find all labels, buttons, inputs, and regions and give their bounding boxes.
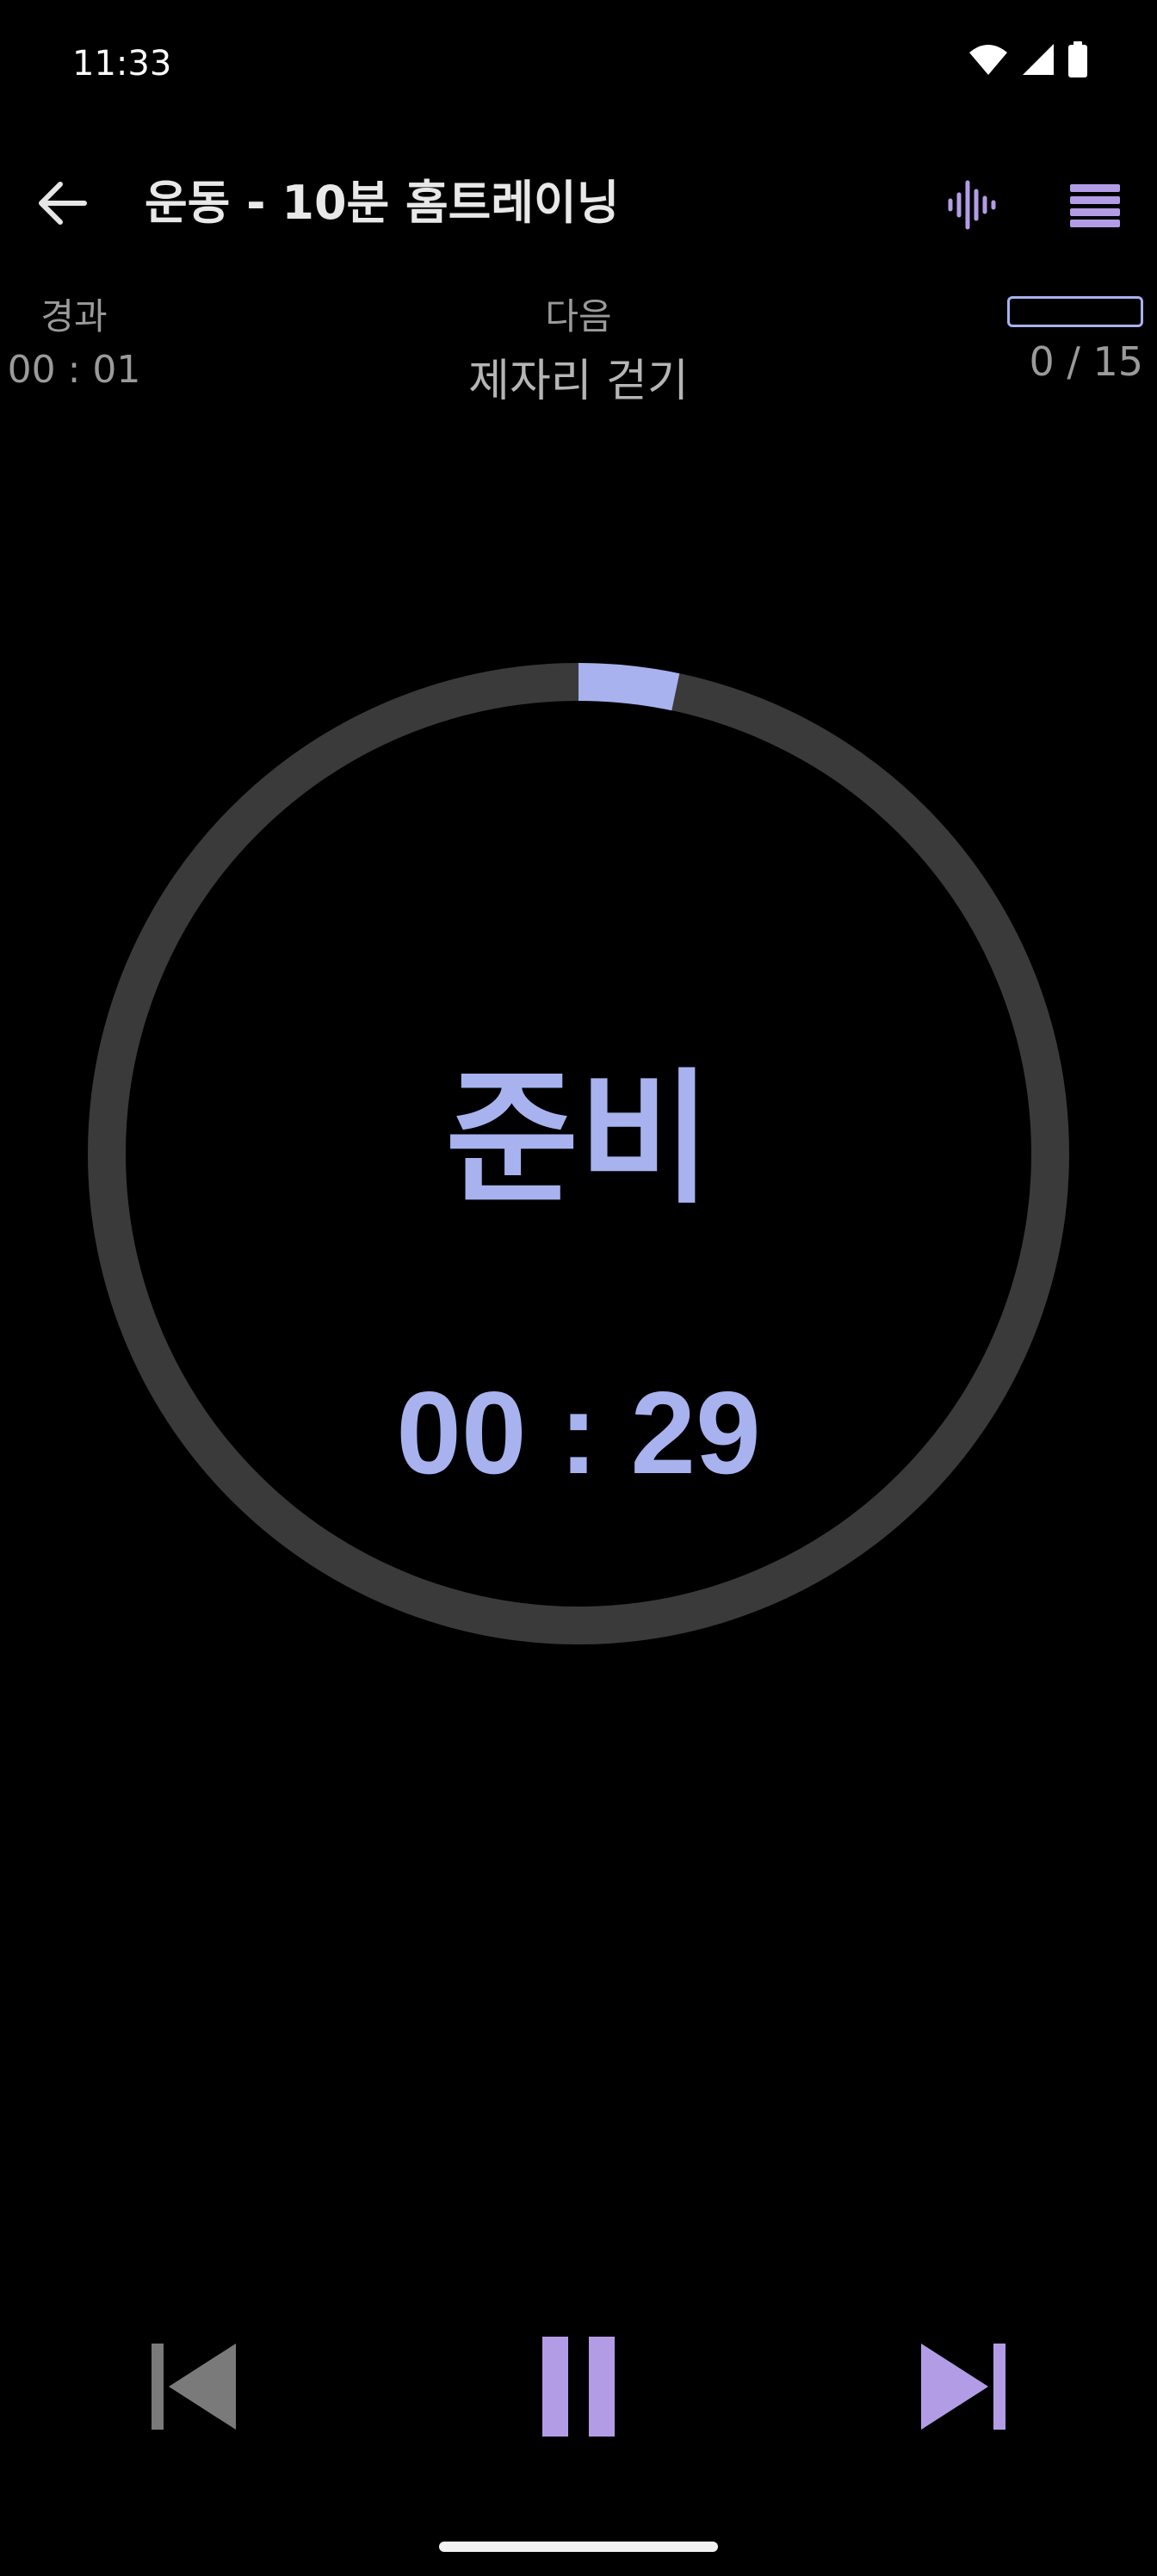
workout-progress-bar xyxy=(1007,296,1143,327)
voice-waveform-icon xyxy=(948,180,996,230)
home-indicator[interactable] xyxy=(439,2542,718,2552)
status-icons xyxy=(968,41,1088,77)
skip-next-icon xyxy=(921,2344,1005,2430)
elapsed-label: 경과 xyxy=(40,295,108,337)
workout-progress-count: 0 / 15 xyxy=(1029,338,1143,385)
exercise-list-button[interactable] xyxy=(1059,169,1131,241)
pause-button[interactable] xyxy=(527,2335,630,2438)
next-exercise-button[interactable] xyxy=(913,2335,1016,2438)
next-exercise-name: 제자리 걷기 xyxy=(468,356,689,407)
phase-label: 준비 xyxy=(445,1055,712,1223)
battery-icon xyxy=(1068,41,1087,77)
pause-icon xyxy=(542,2337,615,2437)
workout-timer-screen: 11:33 운동 - 10분 홈트레이닝 경과 00: 01 다음 제자리 걷… xyxy=(0,0,1157,2576)
signal-icon xyxy=(1023,44,1054,75)
arrow-left-icon xyxy=(39,182,87,225)
next-exercise-label: 다음 xyxy=(545,295,612,337)
skip-previous-icon xyxy=(152,2344,236,2430)
previous-exercise-button[interactable] xyxy=(141,2335,244,2438)
list-menu-icon xyxy=(1070,184,1120,227)
wifi-icon xyxy=(969,45,1007,75)
page-title: 운동 - 10분 홈트레이닝 xyxy=(145,176,620,230)
status-time: 11:33 xyxy=(72,44,172,84)
countdown-time: 00 : 29 xyxy=(396,1367,761,1498)
elapsed-time: 00 : 01 xyxy=(7,348,141,392)
voice-guide-button[interactable] xyxy=(935,169,1007,241)
back-button[interactable] xyxy=(26,167,98,239)
